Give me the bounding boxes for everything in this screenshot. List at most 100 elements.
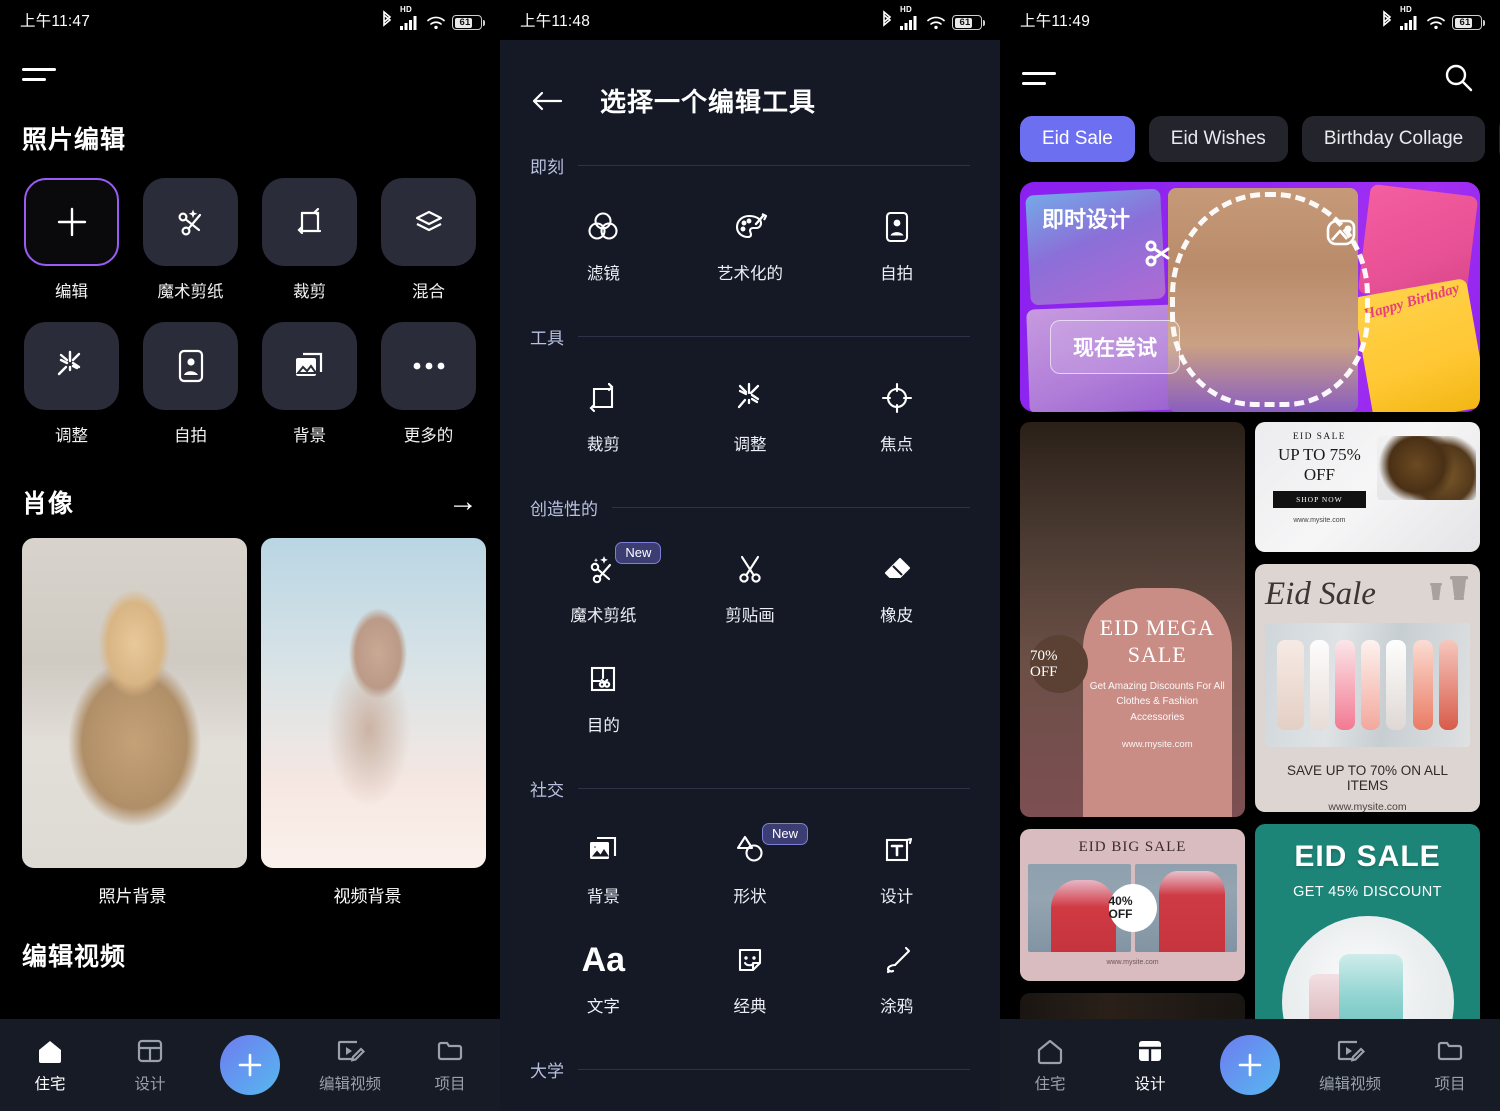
- tool-text[interactable]: Aa 文字: [530, 917, 677, 1023]
- hamburger-icon[interactable]: [1022, 66, 1056, 90]
- tile-edit[interactable]: 编辑: [22, 178, 121, 302]
- tile-blend[interactable]: 混合: [379, 178, 478, 302]
- status-bar: 上午11:47 HD 61: [0, 0, 500, 40]
- more-dots-icon: [381, 322, 476, 410]
- tool-frame[interactable]: 框架: [823, 1088, 970, 1111]
- photo-edit-title: 照片编辑: [22, 126, 127, 154]
- tile-more[interactable]: 更多的: [379, 322, 478, 446]
- tool-grid-instant: 滤镜 艺术化的 自拍: [530, 184, 970, 290]
- hero-banner-instant-design[interactable]: Happy Birthday 即时设计 现在尝试: [1020, 182, 1480, 412]
- wifi-icon: [1427, 16, 1445, 30]
- status-time: 上午11:48: [520, 13, 591, 30]
- tool-adjust[interactable]: 调整: [677, 355, 824, 461]
- chip-eid-sale[interactable]: Eid Sale: [1020, 116, 1135, 162]
- card-image: [1377, 436, 1476, 500]
- tool-artistic[interactable]: 艺术化的: [677, 184, 824, 290]
- group-label: 即刻: [530, 158, 564, 177]
- tile-label: 调整: [55, 427, 88, 445]
- eid-75-off-card[interactable]: EID SALE UP TO 75% OFF SHOP NOW www.mysi…: [1255, 422, 1480, 552]
- bluetooth-icon: [883, 10, 892, 27]
- tool-label: 形状: [733, 888, 767, 906]
- tool-clipart[interactable]: 剪贴画: [677, 526, 824, 632]
- tool-label: 剪贴画: [725, 607, 775, 625]
- portrait-card-label: 视频背景: [333, 887, 402, 906]
- tile-background[interactable]: 背景: [260, 322, 359, 446]
- panel-design-templates: 上午11:49 HD 61 Eid Sale Eid Wishes Birthd…: [1000, 0, 1500, 1111]
- tool-label: 文字: [586, 998, 620, 1016]
- nav-item-projects[interactable]: 项目: [400, 1037, 500, 1094]
- shop-now-button[interactable]: SHOP NOW: [1273, 491, 1366, 509]
- portrait-card-photo-background[interactable]: [22, 538, 247, 868]
- eid-mega-sale-card[interactable]: 70% OFF EID MEGA SALE Get Amazing Discou…: [1020, 422, 1245, 817]
- tool-eraser[interactable]: 橡皮: [823, 526, 970, 632]
- tool-label: 调整: [733, 436, 767, 454]
- group-header: 社交: [530, 776, 970, 801]
- image-edit-icon: [1326, 219, 1356, 246]
- nav-item-edit-video[interactable]: 编辑视频: [300, 1037, 400, 1094]
- tool-doodle[interactable]: 涂鸦: [823, 917, 970, 1023]
- tool-design[interactable]: 设计: [823, 807, 970, 913]
- card-url: www.mysite.com: [1106, 959, 1159, 966]
- tool-grid-creative: New 魔术剪纸 剪贴画 橡皮 目的: [530, 526, 970, 742]
- group-header: 大学: [530, 1057, 970, 1082]
- discount-badge: 40% OFF: [1108, 884, 1157, 932]
- eid-big-sale-card[interactable]: EID BIG SALE 40% OFF www.mysite.com: [1020, 829, 1245, 981]
- group-label: 创造性的: [530, 500, 598, 519]
- tool-grid[interactable]: 格: [677, 1088, 824, 1111]
- plus-fab-icon[interactable]: [1220, 1035, 1280, 1095]
- tile-label: 更多的: [403, 427, 454, 445]
- page-title: 选择一个编辑工具: [600, 87, 817, 117]
- tile-crop[interactable]: 裁剪: [260, 178, 359, 302]
- tile-selfie[interactable]: 自拍: [141, 322, 240, 446]
- tool-crop[interactable]: 裁剪: [530, 355, 677, 461]
- tile-label: 背景: [293, 427, 326, 445]
- chip-birthday-collage[interactable]: Birthday Collage: [1301, 116, 1486, 162]
- status-bar: 上午11:48 HD 61: [500, 0, 1000, 40]
- nav-item-home[interactable]: 住宅: [1000, 1037, 1100, 1094]
- tool-filter[interactable]: 滤镜: [530, 184, 677, 290]
- nav-label: 住宅: [1034, 1075, 1066, 1093]
- nav-item-projects[interactable]: 项目: [1400, 1037, 1500, 1094]
- tool-purpose[interactable]: 目的: [530, 636, 677, 742]
- nav-item-edit-video[interactable]: 编辑视频: [1300, 1037, 1400, 1094]
- nav-fab-create[interactable]: [1200, 1035, 1300, 1095]
- portrait-card-video-background[interactable]: [261, 538, 486, 868]
- tool-focus[interactable]: 焦点: [823, 355, 970, 461]
- tool-selfie[interactable]: 自拍: [823, 184, 970, 290]
- category-chip-row[interactable]: Eid Sale Eid Wishes Birthday Collage Pro: [1000, 94, 1500, 162]
- tool-freestyle[interactable]: 自由式: [530, 1088, 677, 1111]
- card-url: www.mysite.com: [1121, 739, 1193, 751]
- tool-label: 背景: [586, 888, 620, 906]
- edit-video-icon: [337, 1040, 365, 1062]
- plus-icon: [24, 178, 119, 266]
- portrait-arrow-icon[interactable]: →: [448, 487, 478, 517]
- discount-badge: 70% OFF: [1030, 635, 1088, 694]
- tool-magic-cutout[interactable]: New 魔术剪纸: [530, 526, 677, 632]
- scissors-icon: [1145, 240, 1170, 267]
- back-arrow-icon[interactable]: [530, 88, 564, 114]
- search-icon[interactable]: [1442, 62, 1474, 94]
- nav-item-design[interactable]: 设计: [100, 1037, 200, 1094]
- tool-label: 目的: [586, 717, 620, 735]
- chip-eid-wishes[interactable]: Eid Wishes: [1148, 116, 1288, 162]
- nav-label: 编辑视频: [1318, 1075, 1381, 1093]
- nav-fab-create[interactable]: [200, 1035, 300, 1095]
- tool-label: 焦点: [880, 436, 914, 454]
- battery-icon: 61: [452, 15, 485, 30]
- tool-background[interactable]: 背景: [530, 807, 677, 913]
- tool-classic-sticker[interactable]: 经典: [677, 917, 824, 1023]
- tool-shape[interactable]: New 形状: [677, 807, 824, 913]
- blend-icon: [381, 178, 476, 266]
- plus-fab-icon[interactable]: [220, 1035, 280, 1095]
- tile-magic-cutout[interactable]: 魔术剪纸: [141, 178, 240, 302]
- tile-adjust[interactable]: 调整: [22, 322, 121, 446]
- hamburger-icon[interactable]: [22, 62, 56, 86]
- eid-sale-cosmetics-card[interactable]: Eid Sale SAVE UP TO 70% ON ALL ITEMS www…: [1255, 564, 1480, 812]
- panel-photo-editor-home: 上午11:47 HD 61 照片编辑 编辑 魔术剪纸 裁剪 混合 调整 自拍 背…: [0, 0, 500, 1111]
- status-icons: HD 61: [380, 5, 485, 30]
- card-images: 40% OFF: [1028, 864, 1237, 952]
- hero-try-now-button[interactable]: 现在尝试: [1050, 320, 1180, 374]
- nav-item-home[interactable]: 住宅: [0, 1037, 100, 1094]
- nav-item-design[interactable]: 设计: [1100, 1037, 1200, 1094]
- nav-label: 设计: [1134, 1075, 1166, 1093]
